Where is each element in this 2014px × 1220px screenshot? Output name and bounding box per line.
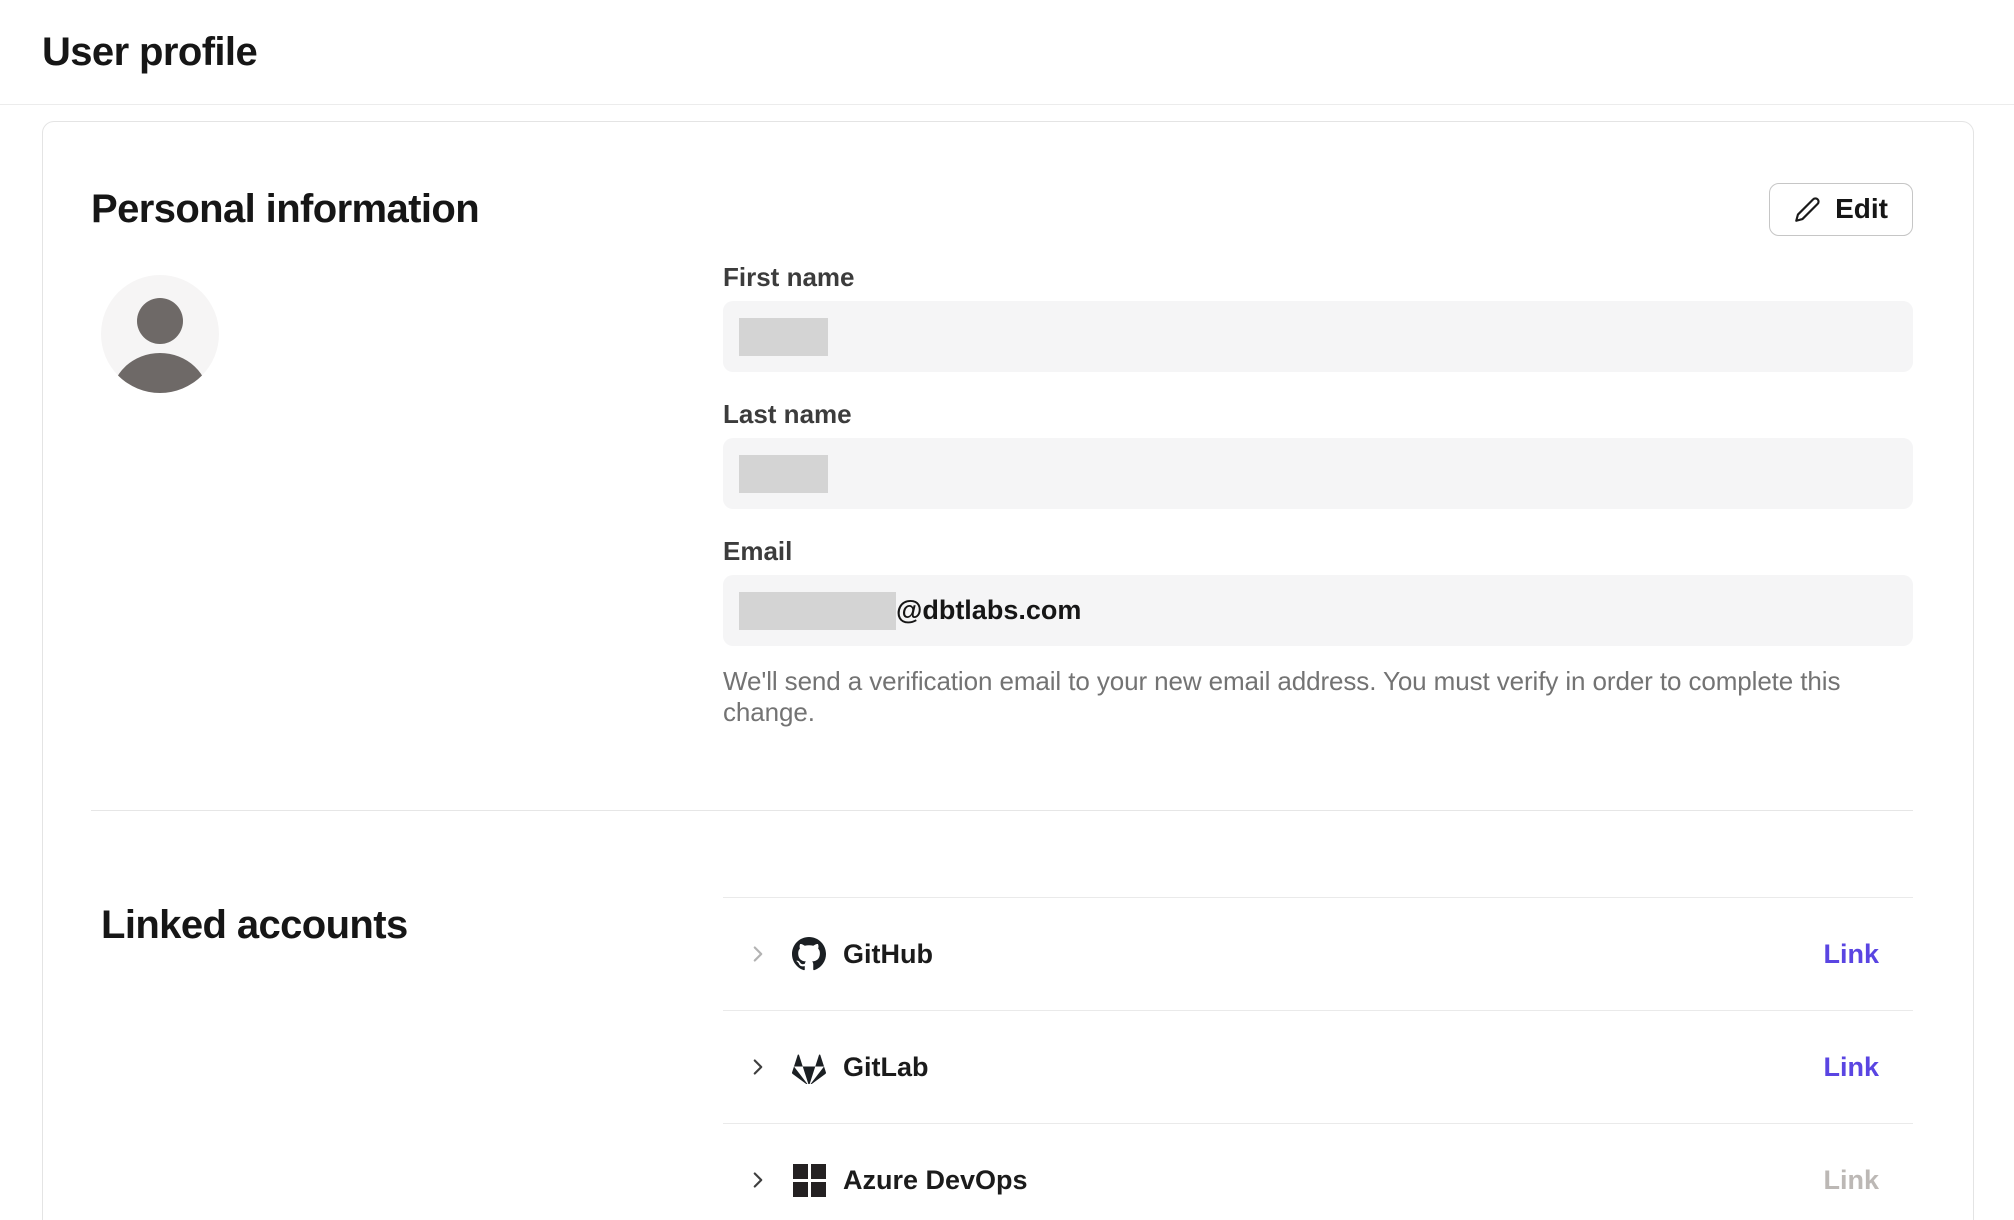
gitlab-icon bbox=[791, 1049, 827, 1085]
email-group: Email @dbtlabs.com We'll send a verifica… bbox=[723, 536, 1913, 728]
email-helper-text: We'll send a verification email to your … bbox=[723, 666, 1913, 728]
account-name: Azure DevOps bbox=[843, 1165, 1028, 1196]
linked-accounts-title-column: Linked accounts bbox=[91, 897, 723, 1220]
gitlab-link-action[interactable]: Link bbox=[1823, 1052, 1879, 1083]
linked-accounts-title: Linked accounts bbox=[101, 903, 723, 948]
first-name-label: First name bbox=[723, 262, 1913, 293]
azure-devops-icon bbox=[791, 1162, 827, 1198]
chevron-right-icon[interactable] bbox=[745, 941, 771, 967]
last-name-label: Last name bbox=[723, 399, 1913, 430]
github-link-action[interactable]: Link bbox=[1823, 939, 1879, 970]
account-row-gitlab[interactable]: GitLab Link bbox=[723, 1011, 1913, 1124]
avatar-column bbox=[91, 262, 723, 728]
last-name-group: Last name bbox=[723, 399, 1913, 509]
github-icon bbox=[791, 936, 827, 972]
azure-devops-link-action: Link bbox=[1823, 1165, 1879, 1196]
redacted-value bbox=[739, 592, 896, 630]
first-name-field bbox=[723, 301, 1913, 372]
account-name: GitHub bbox=[843, 939, 933, 970]
edit-button[interactable]: Edit bbox=[1769, 183, 1913, 236]
personal-info-header: Personal information Edit bbox=[91, 182, 1913, 236]
linked-accounts-section: Linked accounts GitHub Link bbox=[91, 897, 1913, 1220]
linked-accounts-list: GitHub Link GitLab Link bbox=[723, 897, 1913, 1220]
section-divider bbox=[91, 810, 1913, 811]
redacted-value bbox=[739, 455, 828, 493]
page-title: User profile bbox=[42, 30, 257, 75]
fields-column: First name Last name Email @dbtlabs.com … bbox=[723, 262, 1913, 728]
account-row-github[interactable]: GitHub Link bbox=[723, 898, 1913, 1011]
personal-info-body: First name Last name Email @dbtlabs.com … bbox=[91, 262, 1913, 728]
email-label: Email bbox=[723, 536, 1913, 567]
redacted-value bbox=[739, 318, 828, 356]
account-name: GitLab bbox=[843, 1052, 929, 1083]
edit-button-label: Edit bbox=[1835, 193, 1888, 225]
chevron-right-icon[interactable] bbox=[745, 1054, 771, 1080]
account-row-azure-devops[interactable]: Azure DevOps Link bbox=[723, 1124, 1913, 1220]
avatar bbox=[101, 275, 219, 393]
first-name-group: First name bbox=[723, 262, 1913, 372]
chevron-right-icon[interactable] bbox=[745, 1167, 771, 1193]
page-header: User profile bbox=[0, 0, 2014, 105]
user-profile-card: Personal information Edit bbox=[42, 121, 1974, 1220]
pencil-icon bbox=[1794, 196, 1821, 223]
email-domain-suffix: @dbtlabs.com bbox=[896, 595, 1081, 626]
email-field: @dbtlabs.com bbox=[723, 575, 1913, 646]
last-name-field bbox=[723, 438, 1913, 509]
personal-info-title: Personal information bbox=[91, 187, 479, 232]
